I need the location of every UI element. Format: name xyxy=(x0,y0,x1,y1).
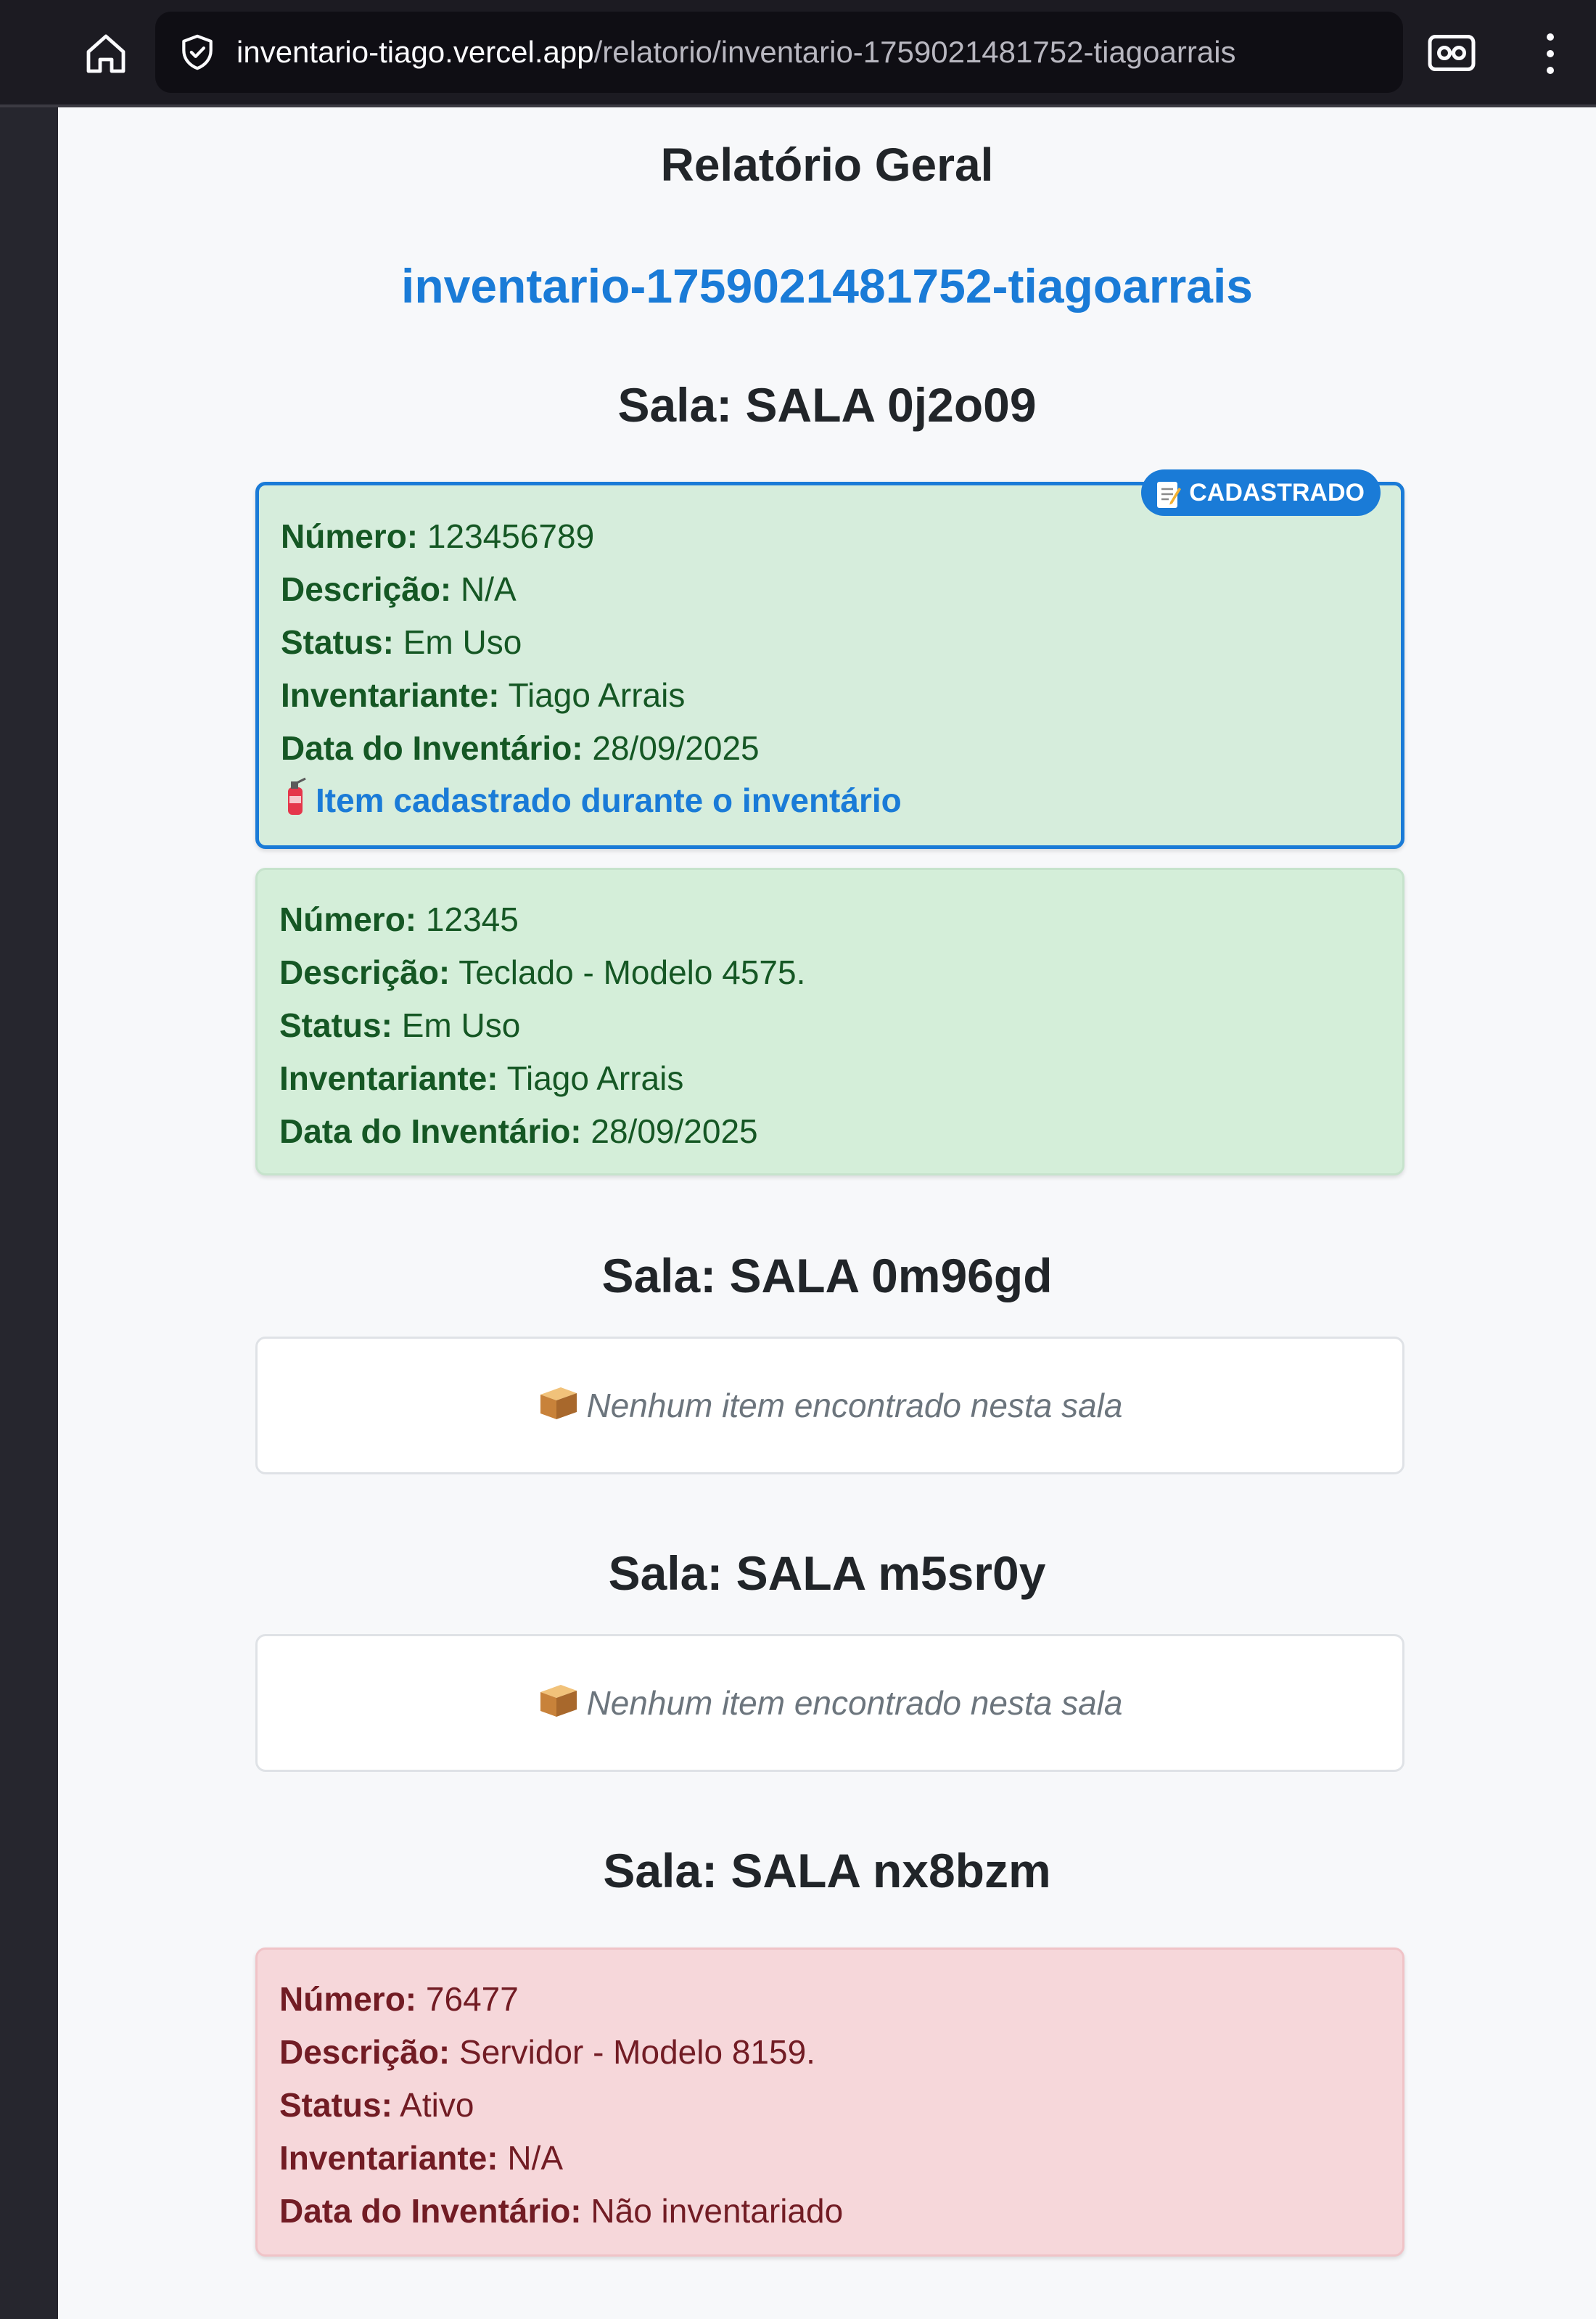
numero-value: 123456789 xyxy=(427,517,595,555)
report-page: Relatório Geral inventario-1759021481752… xyxy=(58,107,1596,2319)
inventariante-label: Inventariante: xyxy=(279,1059,498,1097)
empty-room-card: Nenhum item encontrado nesta sala xyxy=(255,1634,1404,1772)
badge-label: CADASTRADO xyxy=(1189,479,1365,506)
inventariante-label: Inventariante: xyxy=(281,676,500,714)
url-host: inventario-tiago.vercel.app xyxy=(236,35,594,69)
status-label: Status: xyxy=(281,623,394,661)
new-item-note: Item cadastrado durante o inventário xyxy=(284,776,902,824)
item-card: Número: 12345 Descrição: Teclado - Model… xyxy=(255,868,1404,1175)
empty-message-text: Nenhum item encontrado nesta sala xyxy=(586,1387,1123,1424)
status-value: Ativo xyxy=(400,2086,474,2124)
package-icon xyxy=(538,1680,580,1726)
item-numero: Número: 76477 xyxy=(279,1979,519,2019)
cadastrado-badge: CADASTRADO xyxy=(1141,469,1381,516)
item-inventariante: Inventariante: N/A xyxy=(279,2138,563,2178)
status-value: Em Uso xyxy=(401,1006,521,1044)
item-descricao: Descrição: Teclado - Modelo 4575. xyxy=(279,952,805,993)
descricao-label: Descrição: xyxy=(279,953,451,991)
data-value: 28/09/2025 xyxy=(592,729,760,767)
browser-toolbar: inventario-tiago.vercel.app/relatorio/in… xyxy=(0,0,1596,107)
empty-message: Nenhum item encontrado nesta sala xyxy=(258,1339,1402,1472)
empty-room-card: Nenhum item encontrado nesta sala xyxy=(255,1337,1404,1474)
numero-value: 76477 xyxy=(425,1980,519,2018)
item-inventariante: Inventariante: Tiago Arrais xyxy=(281,675,685,715)
item-data: Data do Inventário: 28/09/2025 xyxy=(281,728,760,768)
descricao-value: Teclado - Modelo 4575. xyxy=(458,953,806,991)
room-title: Sala: SALA m5sr0y xyxy=(608,1546,1046,1600)
address-bar[interactable]: inventario-tiago.vercel.app/relatorio/in… xyxy=(155,12,1403,93)
numero-label: Número: xyxy=(279,1980,417,2018)
status-value: Em Uso xyxy=(403,623,522,661)
item-descricao: Descrição: Servidor - Modelo 8159. xyxy=(279,2032,815,2072)
item-status: Status: Em Uso xyxy=(279,1005,520,1046)
url-path: /relatorio/inventario-1759021481752-tiag… xyxy=(593,35,1236,69)
inventariante-value: N/A xyxy=(507,2139,564,2177)
page-title: Relatório Geral xyxy=(660,139,994,191)
room-title: Sala: SALA 0j2o09 xyxy=(617,378,1037,432)
home-icon[interactable] xyxy=(78,26,133,81)
descricao-label: Descrição: xyxy=(281,570,452,608)
extinguisher-icon xyxy=(284,776,307,824)
data-label: Data do Inventário: xyxy=(279,1112,582,1150)
item-inventariante: Inventariante: Tiago Arrais xyxy=(279,1058,683,1099)
descricao-label: Descrição: xyxy=(279,2033,451,2071)
memo-icon xyxy=(1156,478,1182,508)
item-numero: Número: 123456789 xyxy=(281,516,594,557)
numero-label: Número: xyxy=(281,517,419,555)
more-menu-icon[interactable] xyxy=(1532,28,1568,80)
inventariante-value: Tiago Arrais xyxy=(506,1059,684,1097)
item-status: Status: Em Uso xyxy=(281,622,522,662)
descricao-value: N/A xyxy=(461,570,517,608)
inventariante-value: Tiago Arrais xyxy=(508,676,686,714)
descricao-value: Servidor - Modelo 8159. xyxy=(459,2033,815,2071)
shield-icon[interactable] xyxy=(177,32,218,73)
data-label: Data do Inventário: xyxy=(281,729,583,767)
numero-value: 12345 xyxy=(425,900,519,938)
item-card-cadastrado: CADASTRADO Número: 123456789 Descrição: … xyxy=(255,469,1404,849)
inventory-id-title: inventario-1759021481752-tiagoarrais xyxy=(400,259,1253,313)
item-status: Status: Ativo xyxy=(279,2085,474,2125)
room-title: Sala: SALA nx8bzm xyxy=(603,1844,1051,1897)
data-label: Data do Inventário: xyxy=(279,2192,582,2230)
item-data: Data do Inventário: 28/09/2025 xyxy=(279,1111,758,1152)
inventariante-label: Inventariante: xyxy=(279,2139,498,2177)
data-value: Não inventariado xyxy=(591,2192,844,2230)
item-descricao: Descrição: N/A xyxy=(281,569,517,609)
item-card-not-inventoried: Número: 76477 Descrição: Servidor - Mode… xyxy=(255,1947,1404,2257)
item-numero: Número: 12345 xyxy=(279,899,519,940)
vr-mode-icon[interactable] xyxy=(1426,29,1477,77)
data-value: 28/09/2025 xyxy=(591,1112,758,1150)
url-text[interactable]: inventario-tiago.vercel.app/relatorio/in… xyxy=(236,12,1236,93)
room-title: Sala: SALA 0m96gd xyxy=(601,1249,1053,1302)
item-data: Data do Inventário: Não inventariado xyxy=(279,2191,843,2231)
numero-label: Número: xyxy=(279,900,417,938)
empty-message: Nenhum item encontrado nesta sala xyxy=(258,1636,1402,1770)
empty-message-text: Nenhum item encontrado nesta sala xyxy=(586,1684,1123,1722)
package-icon xyxy=(538,1383,580,1429)
status-label: Status: xyxy=(279,1006,392,1044)
new-item-note-text: Item cadastrado durante o inventário xyxy=(316,781,902,819)
status-label: Status: xyxy=(279,2086,392,2124)
